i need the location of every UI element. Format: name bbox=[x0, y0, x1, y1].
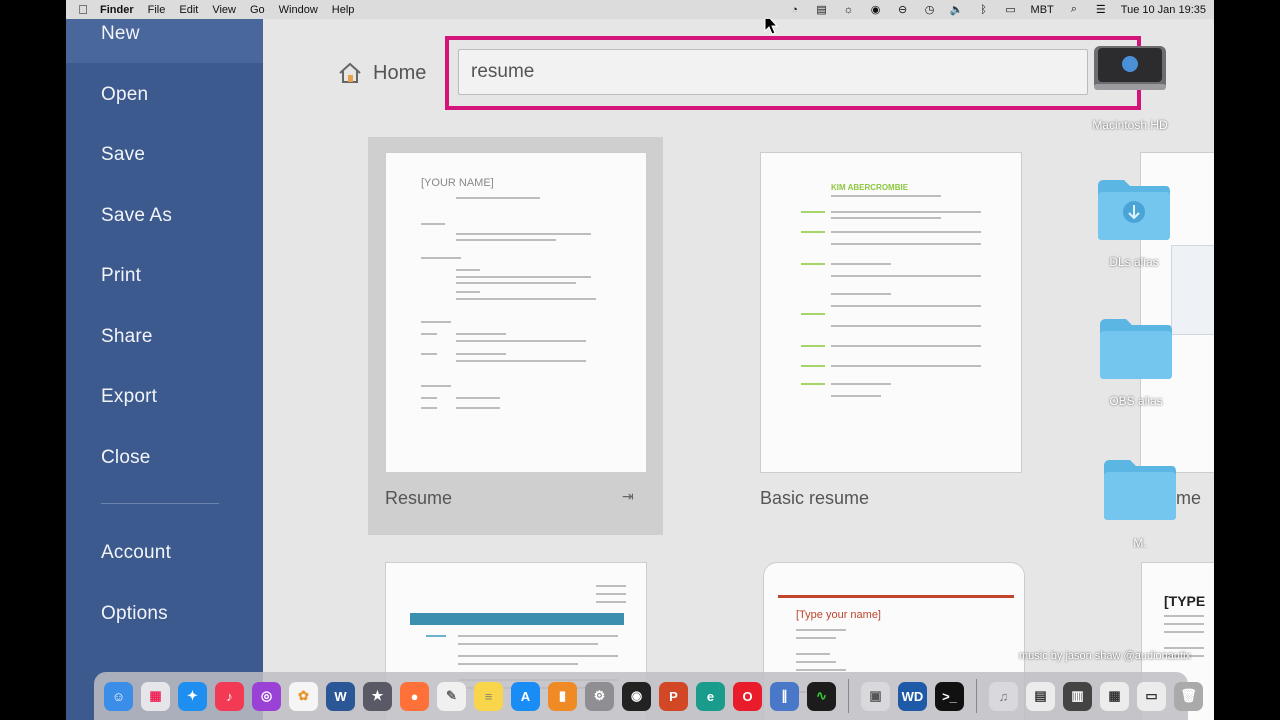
m-folder-icon[interactable] bbox=[1102, 458, 1178, 520]
dock-divider bbox=[848, 679, 849, 713]
sidebar-item-new[interactable]: New bbox=[101, 23, 140, 45]
books-icon[interactable]: ▮ bbox=[548, 681, 577, 711]
sidebar-item-share[interactable]: Share bbox=[101, 326, 153, 348]
stack-documents-icon[interactable]: ▤ bbox=[1026, 681, 1055, 711]
menu-view[interactable]: View bbox=[212, 4, 246, 16]
dock: ☺ ▦ ✦ ♪ ◎ ✿ W ★ ● ✎ ≡ A ▮ ⚙ ◉ P e O ∥ ∿ … bbox=[94, 672, 1203, 720]
apple-menu-icon[interactable]:  bbox=[66, 2, 100, 17]
stack-screenshots-icon[interactable]: ▦ bbox=[1100, 681, 1129, 711]
menu-help[interactable]: Help bbox=[332, 4, 365, 16]
home-breadcrumb[interactable]: Home bbox=[337, 61, 426, 85]
sidebar-item-export[interactable]: Export bbox=[101, 386, 157, 408]
sidebar-item-options[interactable]: Options bbox=[101, 603, 168, 625]
template-label: Basic resume bbox=[760, 488, 870, 508]
app-store-icon[interactable]: A bbox=[511, 681, 540, 711]
safari-icon[interactable]: ✦ bbox=[178, 681, 207, 711]
thumbnail-name: [TYPE bbox=[1164, 593, 1206, 609]
screen:  Finder File Edit View Go Window Help ◔… bbox=[66, 0, 1214, 720]
powerpoint-icon[interactable]: P bbox=[659, 681, 688, 711]
menu-edit[interactable]: Edit bbox=[179, 4, 208, 16]
template-label: me bbox=[1176, 488, 1202, 508]
macintosh-hd-label: Macintosh HD bbox=[1092, 118, 1168, 132]
textedit-icon[interactable]: ✎ bbox=[437, 681, 466, 711]
parallels-icon[interactable]: ∥ bbox=[770, 681, 799, 711]
edge-icon[interactable]: e bbox=[696, 681, 725, 711]
m-folder-label: M. bbox=[1133, 536, 1147, 550]
search-icon[interactable]: ⌕ bbox=[1067, 3, 1081, 17]
system-preferences-icon[interactable]: ⚙ bbox=[585, 681, 614, 711]
music-folder-icon[interactable]: ♫ bbox=[989, 681, 1018, 711]
thumbnail-name: KIM ABERCROMBIE bbox=[831, 183, 909, 192]
sidebar-item-open[interactable]: Open bbox=[101, 84, 148, 106]
control-center-icon[interactable]: ☰ bbox=[1094, 3, 1108, 17]
sidebar-item-print[interactable]: Print bbox=[101, 265, 141, 287]
template-label: Resume bbox=[385, 488, 453, 508]
terminal-icon[interactable]: >_ bbox=[935, 681, 964, 711]
launchpad-icon[interactable]: ▦ bbox=[141, 681, 170, 711]
dls-alias-folder-icon[interactable] bbox=[1096, 178, 1172, 240]
time-machine-icon[interactable]: ◷ bbox=[923, 3, 937, 17]
sidebar-item-account[interactable]: Account bbox=[101, 542, 171, 564]
word-icon[interactable]: W bbox=[326, 681, 355, 711]
sidebar-item-save-as[interactable]: Save As bbox=[101, 205, 172, 227]
bluetooth-icon[interactable]: ᛒ bbox=[977, 3, 991, 17]
music-credit: music by jason shaw @audionautix bbox=[1019, 650, 1191, 662]
notes-icon[interactable]: ≡ bbox=[474, 681, 503, 711]
sidebar-divider bbox=[101, 503, 219, 504]
thumbnail-name: [Type your name] bbox=[796, 609, 881, 621]
backstage-sidebar: New Open Save Save As Print Share Export… bbox=[66, 19, 263, 720]
imovie-icon[interactable]: ★ bbox=[363, 681, 392, 711]
home-label: Home bbox=[373, 61, 427, 84]
sidebar-item-save[interactable]: Save bbox=[101, 144, 145, 166]
obs-alias-folder-icon[interactable] bbox=[1098, 317, 1174, 379]
search-highlight-frame bbox=[445, 36, 1141, 110]
sidebar-item-close[interactable]: Close bbox=[101, 447, 151, 469]
status-circle-icon[interactable]: ◔ bbox=[788, 3, 802, 17]
menu-file[interactable]: File bbox=[148, 4, 176, 16]
battery-icon[interactable]: ▭ bbox=[1004, 3, 1018, 17]
obs-icon[interactable]: ◉ bbox=[622, 681, 651, 711]
opera-icon[interactable]: O bbox=[733, 681, 762, 711]
home-icon bbox=[339, 62, 361, 83]
finder-icon[interactable]: ☺ bbox=[104, 681, 133, 711]
alarm-icon[interactable]: ◉ bbox=[869, 3, 883, 17]
template-resume[interactable]: [YOUR NAME] Resume ⇥ bbox=[368, 137, 663, 535]
music-icon[interactable]: ♪ bbox=[215, 681, 244, 711]
keyboard-input-label[interactable]: MBT bbox=[1031, 4, 1054, 16]
stack-downloads-icon[interactable]: ▥ bbox=[1063, 681, 1092, 711]
wd-drive-icon[interactable]: WD bbox=[898, 681, 927, 711]
preview-icon[interactable]: ▣ bbox=[861, 681, 890, 711]
new-document-panel: Home [YOUR NAME] bbox=[263, 19, 1214, 720]
dls-alias-label: DLs alias bbox=[1109, 255, 1159, 269]
volume-icon[interactable]: 🔈 bbox=[950, 3, 964, 17]
sync-icon[interactable]: ⊖ bbox=[896, 3, 910, 17]
template-basic-resume[interactable]: KIM ABERCROMBIE Basic resume bbox=[760, 152, 1022, 532]
layers-icon[interactable]: ▤ bbox=[815, 3, 829, 17]
template-thumbnail: [YOUR NAME] bbox=[385, 152, 647, 473]
thumbnail-name: [YOUR NAME] bbox=[421, 177, 494, 189]
menu-clock[interactable]: Tue 10 Jan 19:35 bbox=[1121, 4, 1206, 16]
pin-icon[interactable]: ⇥ bbox=[622, 488, 634, 505]
menu-window[interactable]: Window bbox=[279, 4, 328, 16]
podcasts-icon[interactable]: ◎ bbox=[252, 681, 281, 711]
obs-alias-label: OBS alias bbox=[1109, 394, 1163, 408]
menu-go[interactable]: Go bbox=[250, 4, 275, 16]
menu-app-name[interactable]: Finder bbox=[100, 4, 134, 16]
dock-divider bbox=[976, 679, 977, 713]
menu-bar:  Finder File Edit View Go Window Help ◔… bbox=[66, 0, 1214, 19]
firefox-icon[interactable]: ● bbox=[400, 681, 429, 711]
sidebar-selection bbox=[66, 19, 263, 63]
activity-monitor-icon[interactable]: ∿ bbox=[807, 681, 836, 711]
photos-icon[interactable]: ✿ bbox=[289, 681, 318, 711]
stack-desktop-icon[interactable]: ▭ bbox=[1137, 681, 1166, 711]
template-thumbnail: KIM ABERCROMBIE bbox=[760, 152, 1022, 473]
trash-icon[interactable]: 🗑 bbox=[1174, 681, 1203, 711]
brightness-icon[interactable]: ☼ bbox=[842, 3, 856, 17]
macintosh-hd-icon[interactable] bbox=[1092, 42, 1168, 94]
